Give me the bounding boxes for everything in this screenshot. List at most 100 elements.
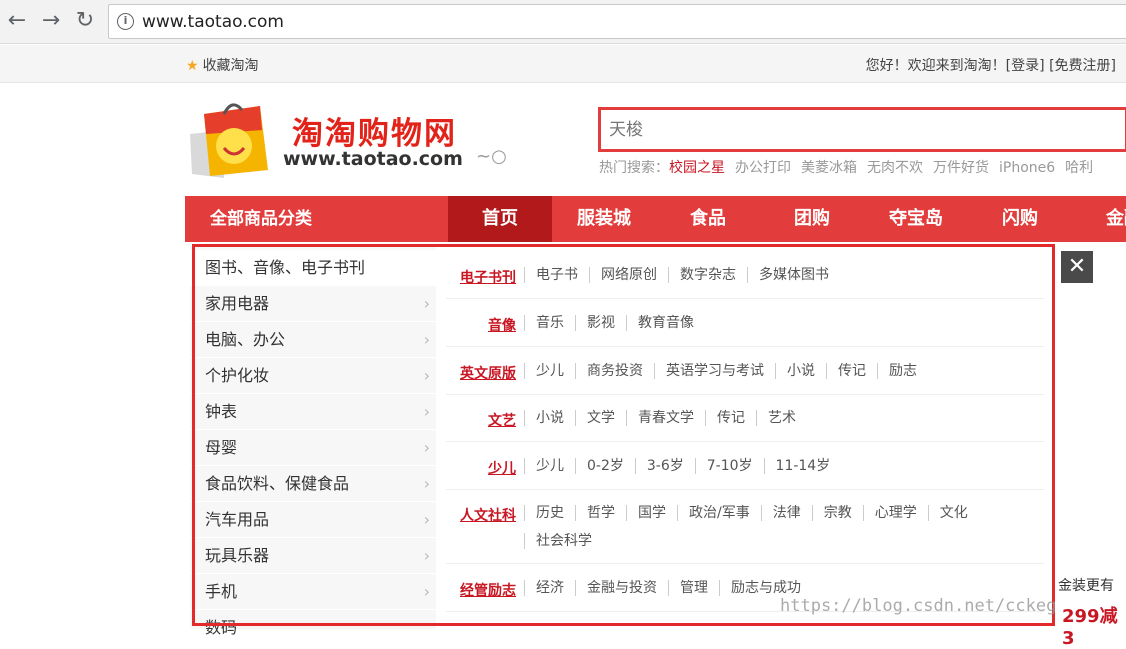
submenu-row: 文艺 小说 文学 青春文学 传记 艺术: [446, 410, 1044, 442]
nav-item-food[interactable]: 食品: [656, 196, 760, 242]
register-link[interactable]: [免费注册]: [1049, 58, 1116, 74]
hot-term[interactable]: 万件好货: [933, 160, 989, 176]
chevron-right-icon: ›: [423, 438, 430, 457]
nav-item-clothing[interactable]: 服装城: [552, 196, 656, 242]
submenu-link[interactable]: 少儿: [524, 458, 575, 474]
logo-title[interactable]: 淘淘购物网: [292, 108, 457, 153]
submenu-heading[interactable]: 少儿: [446, 458, 516, 478]
login-link[interactable]: [登录]: [1006, 58, 1045, 74]
submenu-link[interactable]: 励志与成功: [719, 580, 812, 596]
category-label: 母婴: [205, 438, 238, 457]
submenu-link[interactable]: 0-2岁: [575, 458, 635, 474]
submenu-link[interactable]: 法律: [760, 505, 812, 521]
category-item[interactable]: 母婴 ›: [190, 430, 436, 466]
favorite-link[interactable]: ★ 收藏淘淘: [186, 55, 259, 75]
category-item[interactable]: 钟表 ›: [190, 394, 436, 430]
submenu-heading[interactable]: 音像: [446, 315, 516, 335]
submenu-row: 英文原版 少儿 商务投资 英语学习与考试 小说 传记 励志: [446, 363, 1044, 395]
submenu-link[interactable]: 文学: [575, 410, 626, 426]
submenu-link[interactable]: 经济: [524, 580, 575, 596]
submenu-link[interactable]: 小说: [775, 363, 826, 379]
category-item[interactable]: 手机 ›: [190, 574, 436, 610]
category-label: 钟表: [205, 402, 238, 421]
submenu-link[interactable]: 教育音像: [626, 315, 705, 331]
nav-item-treasure[interactable]: 夺宝岛: [864, 196, 968, 242]
submenu-link[interactable]: 社会科学: [524, 533, 603, 549]
back-icon[interactable]: ←: [4, 8, 30, 34]
submenu-heading[interactable]: 英文原版: [446, 363, 516, 383]
submenu-link[interactable]: 政治/军事: [677, 505, 761, 521]
submenu-link[interactable]: 传记: [705, 410, 756, 426]
submenu-link[interactable]: 11-14岁: [763, 458, 842, 474]
hot-term[interactable]: 哈利: [1065, 160, 1093, 176]
hot-term[interactable]: 美菱冰箱: [801, 160, 857, 176]
category-item[interactable]: 图书、音像、电子书刊: [190, 250, 436, 286]
submenu-link[interactable]: 3-6岁: [634, 458, 695, 474]
hot-term[interactable]: iPhone6: [999, 160, 1055, 176]
nav-item-home[interactable]: 首页: [448, 196, 552, 242]
submenu-link[interactable]: 影视: [575, 315, 626, 331]
submenu-link[interactable]: 文化: [927, 505, 979, 521]
submenu-link[interactable]: 宗教: [811, 505, 863, 521]
submenu-link[interactable]: 青春文学: [626, 410, 705, 426]
chevron-right-icon: ›: [423, 474, 430, 493]
submenu-link[interactable]: 传记: [826, 363, 877, 379]
nav-item-finance[interactable]: 金融: [1072, 196, 1126, 242]
chevron-right-icon: ›: [423, 366, 430, 385]
submenu-link[interactable]: 金融与投资: [575, 580, 668, 596]
favorite-label: 收藏淘淘: [202, 58, 259, 74]
chevron-right-icon: ›: [423, 402, 430, 421]
category-item[interactable]: 玩具乐器 ›: [190, 538, 436, 574]
hot-term[interactable]: 无肉不欢: [867, 160, 923, 176]
category-item[interactable]: 个护化妆 ›: [190, 358, 436, 394]
category-item[interactable]: 汽车用品 ›: [190, 502, 436, 538]
watermark: https://blog.csdn.net/cckeg: [780, 596, 1057, 616]
submenu-link[interactable]: 历史: [524, 505, 575, 521]
address-bar[interactable]: i www.taotao.com: [108, 4, 1126, 39]
submenu-link[interactable]: 哲学: [575, 505, 626, 521]
submenu-link[interactable]: 音乐: [524, 315, 575, 331]
submenu-heading[interactable]: 人文社科: [446, 505, 516, 525]
submenu-link[interactable]: 小说: [524, 410, 575, 426]
search-input[interactable]: [601, 110, 1125, 149]
close-icon[interactable]: ✕: [1061, 251, 1093, 283]
category-item[interactable]: 家用电器 ›: [190, 286, 436, 322]
reload-icon[interactable]: ↻: [72, 8, 98, 34]
url-text: www.taotao.com: [142, 12, 284, 32]
submenu-link[interactable]: 数字杂志: [668, 267, 747, 283]
forward-icon[interactable]: →: [38, 8, 64, 34]
category-label: 家用电器: [205, 294, 270, 313]
submenu-link[interactable]: 管理: [668, 580, 719, 596]
welcome-area: 您好！欢迎来到淘淘！[登录] [免费注册]: [866, 55, 1116, 75]
submenu-heading[interactable]: 经管励志: [446, 580, 516, 600]
side-ad-text[interactable]: 金装更有: [1058, 575, 1114, 595]
site-info-icon[interactable]: i: [117, 13, 134, 30]
submenu-link[interactable]: 网络原创: [589, 267, 668, 283]
hot-term[interactable]: 校园之星: [669, 160, 725, 176]
nav-item-flash[interactable]: 闪购: [968, 196, 1072, 242]
submenu-link[interactable]: 心理学: [862, 505, 928, 521]
top-strip: ★ 收藏淘淘 您好！欢迎来到淘淘！[登录] [免费注册]: [0, 45, 1126, 83]
submenu-link[interactable]: 国学: [626, 505, 677, 521]
logo-bag-icon[interactable]: [186, 100, 270, 180]
submenu-link[interactable]: 7-10岁: [694, 458, 764, 474]
category-item[interactable]: 食品饮料、保健食品 ›: [190, 466, 436, 502]
submenu-link[interactable]: 少儿: [524, 363, 575, 379]
submenu-link[interactable]: 电子书: [524, 267, 589, 283]
nav-item-groupbuy[interactable]: 团购: [760, 196, 864, 242]
submenu-link[interactable]: 励志: [877, 363, 928, 379]
category-item[interactable]: 数码: [190, 610, 436, 646]
hot-term[interactable]: 办公打印: [735, 160, 791, 176]
submenu-heading[interactable]: 电子书刊: [446, 267, 516, 287]
submenu-link[interactable]: 多媒体图书: [747, 267, 840, 283]
all-categories-button[interactable]: 全部商品分类: [185, 196, 447, 242]
welcome-text: 您好！欢迎来到淘淘！: [865, 58, 1006, 74]
chevron-right-icon: ›: [423, 510, 430, 529]
submenu-link[interactable]: 艺术: [756, 410, 807, 426]
submenu-heading[interactable]: 文艺: [446, 410, 516, 430]
category-submenu: 电子书刊 电子书 网络原创 数字杂志 多媒体图书 音像 音乐 影视 教育音像 英文原版 少…: [436, 246, 1054, 629]
category-item[interactable]: 电脑、办公 ›: [190, 322, 436, 358]
submenu-link[interactable]: 英语学习与考试: [654, 363, 775, 379]
submenu-link[interactable]: 商务投资: [575, 363, 654, 379]
side-ad-price[interactable]: 299减3: [1062, 602, 1126, 649]
